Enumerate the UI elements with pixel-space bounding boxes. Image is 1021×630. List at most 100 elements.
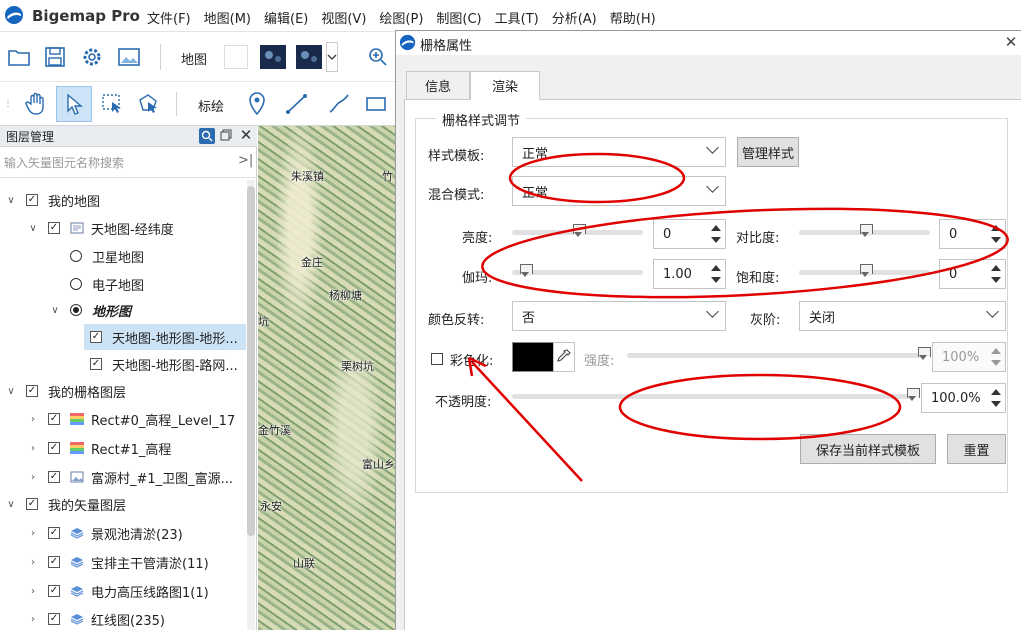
layer-checkbox[interactable]: ✓ [48,222,60,234]
dialog-titlebar[interactable]: 栅格属性 ✕ [396,31,1021,55]
tree-item-vector-pipe[interactable]: › ✓ 宝排主干管清淤(11) [26,549,209,575]
tree-item-terrain-map[interactable]: ∨ 地形图 [48,297,131,323]
slider-thumb[interactable] [859,264,873,278]
layer-checkbox[interactable]: ✓ [48,413,60,425]
rectangle-icon[interactable] [362,90,390,118]
basemap-dropdown-chevron-icon[interactable] [326,42,338,72]
menu-help[interactable]: 帮助(H) [610,8,656,27]
satellite-label-basemap-thumbnail[interactable] [296,45,322,69]
layer-checkbox[interactable]: ✓ [48,556,60,568]
spin-arrows-icon[interactable] [991,225,1001,243]
tab-info[interactable]: 信息 [406,71,470,99]
tree-item-my-maps[interactable]: ∨ ✓ 我的地图 [4,187,100,213]
basemap-radio[interactable] [70,304,82,316]
tree-item-image-fuyuan[interactable]: › ✓ 富源村_#1_卫图_富源... [26,464,233,490]
contrast-spinbox[interactable]: 0 [939,219,1006,249]
collapse-chevron-icon[interactable]: › [26,614,40,625]
menu-map[interactable]: 地图(M) [204,8,251,27]
saturation-spinbox[interactable]: 0 [939,259,1006,289]
intensity-spinbox[interactable]: 100% [932,342,1006,372]
tree-item-vector-power[interactable]: › ✓ 电力高压线路图1(1) [26,578,209,604]
spin-arrows-icon[interactable] [991,348,1001,366]
menu-file[interactable]: 文件(F) [147,8,191,27]
menu-cartography[interactable]: 制图(C) [436,8,481,27]
layer-panel-scrollbar[interactable] [247,180,255,630]
saturation-slider[interactable] [799,264,930,280]
slider-thumb[interactable] [520,264,534,278]
spin-arrows-icon[interactable] [711,225,721,243]
colorize-checkbox[interactable] [431,353,443,365]
style-template-select[interactable]: 正常 [512,137,726,167]
layer-checkbox[interactable]: ✓ [48,471,60,483]
eyedropper-icon[interactable] [553,342,575,372]
tree-item-electronic-map[interactable]: 电子地图 [70,271,144,297]
layer-search-input[interactable] [4,152,232,174]
basemap-radio[interactable] [70,250,82,262]
menu-edit[interactable]: 编辑(E) [264,8,308,27]
tree-item-terrain-layer[interactable]: ✓ 天地图-地形图-地形... [84,324,246,350]
freehand-line-icon[interactable] [325,90,353,118]
slider-thumb[interactable] [859,224,873,238]
blend-mode-select[interactable]: 正常 [512,176,726,206]
brightness-spinbox[interactable]: 0 [653,219,726,249]
polyline-icon[interactable] [283,90,311,118]
spin-arrows-icon[interactable] [991,389,1001,407]
blank-basemap-thumbnail[interactable] [224,45,248,69]
layer-checkbox[interactable]: ✓ [48,527,60,539]
slider-thumb[interactable] [907,388,920,402]
collapse-chevron-icon[interactable]: › [26,443,40,454]
pan-hand-icon[interactable] [22,90,50,118]
slider-thumb[interactable] [572,224,586,238]
layer-checkbox[interactable]: ✓ [90,331,102,343]
layer-checkbox[interactable]: ✓ [26,385,38,397]
tree-item-raster-rect1[interactable]: › ✓ Rect#1_高程 [26,435,171,461]
save-style-template-button[interactable]: 保存当前样式模板 [800,434,936,464]
layer-checkbox[interactable]: ✓ [90,358,102,370]
select-pointer-icon[interactable] [56,86,92,122]
settings-gear-icon[interactable] [79,44,105,70]
menu-view[interactable]: 视图(V) [321,8,366,27]
contrast-slider[interactable] [799,224,930,240]
manage-style-button[interactable]: 管理样式 [737,137,799,167]
layer-checkbox[interactable]: ✓ [48,585,60,597]
collapse-chevron-icon[interactable]: › [26,528,40,539]
menu-tools[interactable]: 工具(T) [495,8,539,27]
box-select-icon[interactable] [98,90,126,118]
gamma-slider[interactable] [512,264,643,280]
save-icon[interactable] [42,44,68,70]
tree-item-vector-pond[interactable]: › ✓ 景观池清淤(23) [26,520,183,546]
colorize-color-swatch[interactable] [512,342,554,372]
expand-chevron-icon[interactable]: ∨ [4,499,18,510]
tree-item-raster-rect0[interactable]: › ✓ Rect#0_高程_Level_17 [26,406,235,432]
grayscale-select[interactable]: 关闭 [799,301,1006,331]
tree-item-road-layer[interactable]: ✓ 天地图-地形图-路网... [90,351,238,377]
spin-arrows-icon[interactable] [711,265,721,283]
collapse-chevron-icon[interactable]: › [26,472,40,483]
expand-chevron-icon[interactable]: ∨ [4,195,18,206]
expand-chevron-icon[interactable]: ∨ [4,386,18,397]
close-icon[interactable]: ✕ [1002,33,1020,51]
gamma-spinbox[interactable]: 1.00 [653,259,726,289]
satellite-basemap-thumbnail[interactable] [260,45,286,69]
reset-button[interactable]: 重置 [947,434,1006,464]
image-icon[interactable] [116,44,142,70]
spin-arrows-icon[interactable] [991,265,1001,283]
map-canvas[interactable]: 朱溪镇 竹 金庄 杨柳塘 坑 栗树坑 金竹溪 富山乡 永安 山联 [258,126,395,630]
tree-item-my-vector-layers[interactable]: ∨ ✓ 我的矢量图层 [4,491,126,517]
collapse-chevron-icon[interactable]: › [26,557,40,568]
tree-item-tianditu-latlon[interactable]: ∨ ✓ 天地图-经纬度 [26,215,174,241]
tree-item-vector-redline[interactable]: › ✓ 红线图(235) [26,606,165,630]
collapse-search-icon[interactable]: >| [238,153,253,168]
collapse-chevron-icon[interactable]: › [26,586,40,597]
tree-item-satellite-map[interactable]: 卫星地图 [70,243,144,269]
slider-thumb[interactable] [918,347,931,361]
invert-select[interactable]: 否 [512,301,726,331]
float-window-icon[interactable] [220,129,234,143]
close-panel-icon[interactable]: ✕ [238,126,254,146]
expand-chevron-icon[interactable]: ∨ [48,305,62,316]
menu-draw[interactable]: 绘图(P) [379,8,423,27]
expand-chevron-icon[interactable]: ∨ [26,223,40,234]
opacity-spinbox[interactable]: 100.0% [921,383,1006,413]
intensity-slider[interactable] [627,347,931,363]
marker-pin-icon[interactable] [243,90,271,118]
